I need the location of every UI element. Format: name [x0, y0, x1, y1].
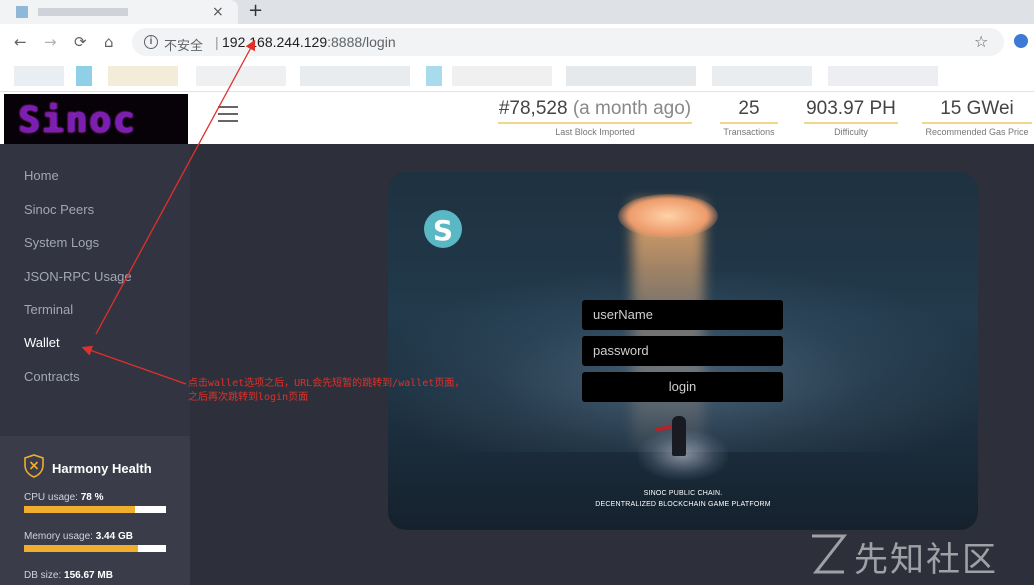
bookmark-blurred[interactable] [108, 66, 178, 86]
tab-title-blurred [38, 8, 128, 16]
url-separator: | [215, 34, 219, 50]
bookmarks-bar [0, 60, 1034, 92]
annotation-line2: 之后再次跳转到login页面 [188, 392, 309, 403]
cpu-usage-value: 78 % [80, 492, 104, 503]
reload-button[interactable]: ⟳ [74, 33, 87, 51]
cpu-usage-metric: CPU usage: 78 % [24, 492, 104, 503]
stat-value: 15 GWei [922, 98, 1032, 124]
sinoc-logo[interactable]: Sinoc [4, 94, 188, 144]
sidebar-item-system-logs[interactable]: System Logs [24, 235, 99, 250]
url-host: 192.168.244.129 [222, 34, 328, 50]
sidebar-item-contracts[interactable]: Contracts [24, 369, 80, 384]
watermark-logo-icon [812, 534, 848, 574]
cpu-usage-bar [24, 506, 166, 513]
main-content: S userName password login SINOC PUBLIC C… [190, 144, 1034, 585]
stat-label: Last Block Imported [555, 127, 635, 137]
login-card: S userName password login SINOC PUBLIC C… [388, 172, 978, 530]
stat-value: 25 [720, 98, 778, 124]
stat-last-block: #78,528 (a month ago) Last Block Importe… [498, 98, 692, 137]
tab-favicon-icon [16, 6, 28, 18]
sidebar-item-home[interactable]: Home [24, 168, 59, 183]
home-button[interactable]: ⌂ [104, 33, 114, 51]
stat-transactions: 25 Transactions [720, 98, 778, 137]
block-number: #78,528 [498, 98, 568, 119]
login-button[interactable]: login [582, 372, 783, 402]
standing-figure-illustration [672, 416, 686, 456]
sidebar-item-sinoc-peers[interactable]: Sinoc Peers [24, 202, 94, 217]
stat-label: Transactions [723, 127, 775, 137]
tab-close-icon[interactable]: × [212, 4, 224, 20]
block-age: (a month ago) [567, 98, 692, 119]
watermark-text: 先知社区 [854, 540, 998, 580]
health-title: Harmony Health [52, 461, 152, 476]
bookmark-blurred[interactable] [196, 66, 286, 86]
site-info-icon[interactable]: i [144, 35, 158, 49]
hamburger-menu-icon[interactable] [218, 106, 238, 122]
address-bar[interactable]: i 不安全 | 192.168.244.129:8888/login ☆ [132, 28, 1004, 56]
bookmark-blurred[interactable] [566, 66, 696, 86]
bookmark-blurred[interactable] [828, 66, 938, 86]
db-size-metric: DB size: 156.67 MB [24, 570, 113, 581]
browser-tab[interactable]: × [0, 0, 238, 24]
bookmark-blurred[interactable] [76, 66, 92, 86]
bookmark-blurred[interactable] [452, 66, 552, 86]
logo-text: Sinoc [18, 100, 137, 141]
sinoc-s-logo-icon: S [424, 210, 462, 248]
memory-usage-bar [24, 545, 166, 552]
cpu-usage-bar-fill [24, 506, 135, 513]
url-path: :8888/login [327, 34, 396, 50]
bookmark-blurred[interactable] [426, 66, 442, 86]
stat-gas-price: 15 GWei Recommended Gas Price [922, 98, 1032, 137]
bookmark-star-icon[interactable]: ☆ [974, 32, 988, 51]
password-input[interactable]: password [582, 336, 783, 366]
profile-avatar-icon[interactable] [1014, 34, 1028, 48]
insecure-label: 不安全 [164, 38, 204, 53]
app-header: Sinoc #78,528 (a month ago) Last Block I… [0, 92, 1034, 144]
stat-value: #78,528 (a month ago) [498, 98, 692, 124]
browser-toolbar: ← → ⟳ ⌂ i 不安全 | 192.168.244.129:8888/log… [0, 24, 1034, 60]
sidebar: Home Sinoc Peers System Logs JSON-RPC Us… [0, 144, 190, 585]
bookmark-blurred[interactable] [14, 66, 64, 86]
browser-tab-bar: × + [0, 0, 1034, 24]
sidebar-item-terminal[interactable]: Terminal [24, 302, 73, 317]
memory-usage-value: 3.44 GB [95, 531, 133, 542]
harmony-health-panel: Harmony Health CPU usage: 78 % Memory us… [0, 436, 190, 585]
sidebar-item-wallet[interactable]: Wallet [24, 335, 60, 350]
tagline-line1: SINOC PUBLIC CHAIN. [643, 490, 723, 497]
bookmark-blurred[interactable] [300, 66, 410, 86]
stat-label: Recommended Gas Price [925, 127, 1029, 137]
new-tab-button[interactable]: + [248, 0, 263, 21]
forward-button[interactable]: → [44, 33, 57, 51]
glowing-cloud-decoration [618, 194, 718, 238]
stat-value: 903.97 PH [804, 98, 898, 124]
back-button[interactable]: ← [14, 33, 27, 51]
username-input[interactable]: userName [582, 300, 783, 330]
stat-label: Difficulty [834, 127, 868, 137]
xianzhi-watermark: 先知社区 [800, 528, 1030, 582]
db-size-label: DB size: [24, 570, 62, 581]
bookmark-blurred[interactable] [712, 66, 812, 86]
sidebar-item-json-rpc-usage[interactable]: JSON-RPC Usage [24, 269, 132, 284]
stat-difficulty: 903.97 PH Difficulty [804, 98, 898, 137]
cpu-usage-label: CPU usage: [24, 492, 78, 503]
db-size-value: 156.67 MB [64, 570, 113, 581]
annotation-line1: 点击wallet选项之后，URL会先短暂的跳转到/wallet页面， [188, 378, 465, 389]
memory-usage-bar-fill [24, 545, 138, 552]
memory-usage-label: Memory usage: [24, 531, 93, 542]
memory-usage-metric: Memory usage: 3.44 GB [24, 531, 133, 542]
tagline-line2: DECENTRALIZED BLOCKCHAIN GAME PLATFORM [595, 501, 771, 508]
url-text[interactable]: 192.168.244.129:8888/login [222, 34, 396, 50]
shield-icon [24, 454, 44, 478]
logo-letter: S [432, 214, 454, 247]
